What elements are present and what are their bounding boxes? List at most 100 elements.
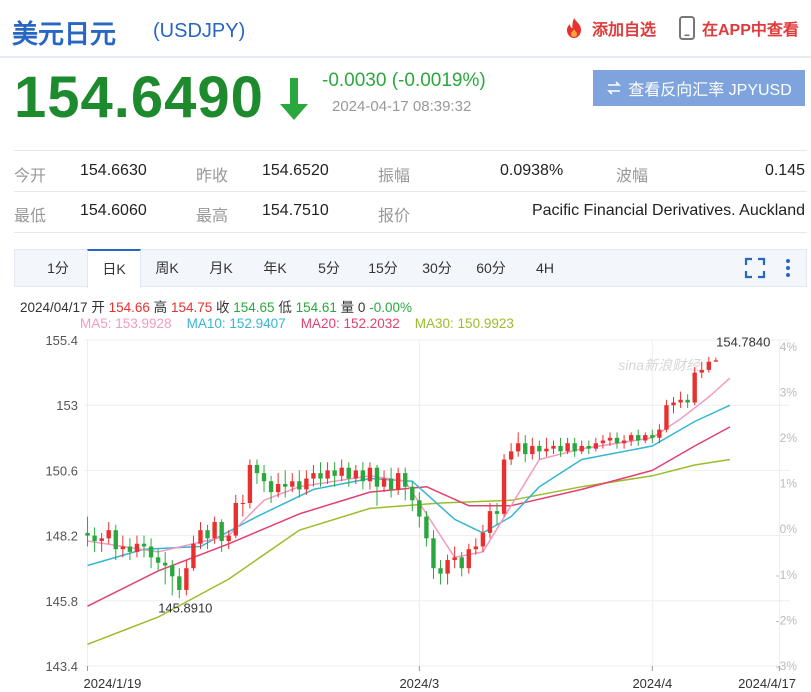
period-tabs: 1分 日K 周K 月K 年K 5分 15分 30分 60分 4H: [14, 249, 807, 288]
candle-body: [459, 557, 464, 569]
right-percent-label: 1%: [780, 477, 798, 491]
candle-body: [494, 511, 500, 514]
candle-body: [706, 361, 711, 370]
ma20-legend: MA20: 152.2032: [300, 316, 400, 331]
tab-yearly-k[interactable]: 年K: [249, 250, 301, 287]
ma10-line: [87, 404, 731, 567]
candle-body: [395, 473, 401, 490]
y-tick-label: 155.4: [45, 333, 78, 348]
add-favorite-label: 添加自选: [592, 22, 657, 39]
candle-body: [381, 478, 387, 487]
candle-body: [388, 478, 394, 490]
more-options-icon[interactable]: [781, 257, 795, 279]
ohlc-readout: 2024/04/17 开 154.66 高 154.75 收 154.65 低 …: [20, 296, 412, 316]
candle-body: [155, 557, 161, 563]
candle-body: [636, 435, 641, 441]
candle-body: [403, 473, 408, 487]
candle-body: [85, 532, 90, 536]
ma20-line: [87, 426, 731, 607]
candle-body: [452, 557, 457, 561]
down-arrow-icon: [280, 78, 308, 120]
candle-body: [268, 481, 274, 493]
candle-body: [699, 369, 704, 373]
ma-legend: MA5: 153.9928 MA10: 152.9407 MA20: 152.2…: [80, 316, 514, 331]
ohlc-low-label: 低: [278, 300, 292, 315]
ma10-legend: MA10: 152.9407: [186, 316, 286, 331]
candle-body: [283, 483, 288, 487]
candle-body: [551, 445, 556, 449]
wave-value: 0.145: [764, 162, 805, 179]
tab-1min[interactable]: 1分: [33, 250, 83, 287]
candle-body: [445, 560, 450, 574]
candle-body: [537, 445, 542, 452]
stats-bottom-divider: [14, 232, 807, 233]
candle-body: [254, 464, 260, 474]
page-title: 美元日元: [12, 19, 117, 49]
right-percent-label: 4%: [780, 340, 798, 354]
candle-body: [473, 546, 479, 550]
right-percent-label: -2%: [776, 613, 798, 627]
tab-30min[interactable]: 30分: [411, 250, 463, 287]
tab-5min[interactable]: 5分: [303, 250, 355, 287]
ohlc-pct: -0.00%: [369, 300, 412, 315]
candle-body: [297, 481, 302, 490]
ohlc-date: 2024/04/17: [20, 300, 88, 315]
candle-body: [565, 443, 570, 452]
right-percent-label: -1%: [776, 568, 798, 582]
x-tick-label: 2024/4: [632, 676, 672, 691]
tab-60min[interactable]: 60分: [465, 250, 517, 287]
candle-body: [572, 443, 577, 452]
low-label: 最低: [14, 208, 47, 225]
candle-body: [530, 445, 535, 455]
add-favorite-button[interactable]: 添加自选: [562, 16, 656, 40]
swap-icon: [607, 81, 622, 95]
candle-body: [664, 405, 669, 430]
candle-body: [106, 530, 111, 539]
candle-body: [226, 535, 231, 542]
candle-body: [275, 483, 281, 493]
right-percent-label: 3%: [780, 385, 798, 399]
ohlc-open: 154.66: [108, 300, 150, 315]
header-divider: [0, 56, 811, 58]
tab-daily-k[interactable]: 日K: [87, 249, 141, 288]
view-in-app-button[interactable]: 在APP中查看: [678, 16, 799, 40]
tab-weekly-k[interactable]: 周K: [141, 250, 193, 287]
candle-body: [360, 470, 366, 482]
ohlc-high-label: 高: [153, 300, 168, 315]
candle-body: [678, 399, 683, 403]
candle-body: [685, 399, 690, 403]
candle-body: [325, 470, 330, 479]
prev-close-label: 昨收: [196, 168, 229, 185]
ohlc-high: 154.75: [170, 300, 213, 315]
reverse-rate-button[interactable]: 查看反向汇率 JPYUSD: [593, 70, 805, 106]
candle-body: [671, 402, 676, 406]
wave-label: 波幅: [616, 168, 649, 185]
candle-body: [487, 511, 493, 533]
candle-body: [614, 437, 620, 444]
candle-body: [713, 360, 719, 362]
candle-body: [261, 473, 267, 482]
prev-close-value: 154.6520: [262, 162, 329, 179]
tab-4h[interactable]: 4H: [519, 250, 571, 287]
candle-body: [170, 565, 175, 577]
candle-body: [424, 516, 429, 539]
candle-body: [593, 443, 599, 449]
candle-body: [219, 522, 224, 542]
candle-body: [141, 543, 147, 547]
candle-body: [127, 546, 133, 552]
tab-monthly-k[interactable]: 月K: [195, 250, 247, 287]
candle-body: [233, 503, 238, 536]
candle-body: [650, 435, 655, 438]
x-tick-label: 2024/4/17: [738, 676, 796, 691]
kline-chart[interactable]: 155.4 153 150.6 148.2 145.8 143.4 4% 3% 2% 1% 0% -1…: [0, 330, 811, 692]
stats-top-divider: [14, 150, 807, 151]
tab-15min[interactable]: 15分: [357, 250, 409, 287]
candle-body: [304, 478, 309, 490]
amplitude-label: 振幅: [378, 168, 411, 185]
right-percent-label: 0%: [780, 522, 798, 536]
y-tick-label: 143.4: [45, 659, 78, 674]
current-price: 154.6490: [14, 65, 264, 130]
fullscreen-icon[interactable]: [744, 257, 766, 279]
candle-body: [621, 440, 627, 444]
candle-body: [523, 443, 528, 455]
